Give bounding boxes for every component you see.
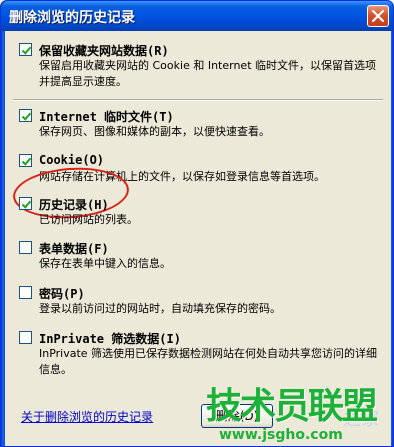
separator bbox=[13, 99, 383, 101]
favorites-data-label: 保留收藏夹网站数据(R) bbox=[39, 44, 169, 58]
checkmark-icon bbox=[21, 200, 32, 209]
temporary-files-description: 保存网页、图像和媒体的副本，以便快速查看。 bbox=[39, 125, 270, 138]
option-temporary-files[interactable]: Internet 临时文件(T) 保存网页、图像和媒体的副本，以便快速查看。 bbox=[19, 109, 379, 143]
passwords-description: 登录以前访问过的网站时，自动填充保存的密码。 bbox=[39, 302, 281, 315]
dialog-window: 删除浏览的历史记录 保留收藏夹网站数据(R) 保留启用收藏夹网站的 Cookie… bbox=[0, 0, 394, 447]
inprivate-filtering-description: InPrivate 筛选使用已保存数据检测网站在何处自动共享您访问的详细信息。 bbox=[39, 347, 378, 376]
option-history[interactable]: 历史记录(H) 已访问网站的列表。 bbox=[19, 197, 379, 231]
form-data-label: 表单数据(F) bbox=[39, 242, 109, 256]
watermark-logo-text: 技术员联盟 bbox=[206, 386, 378, 427]
history-checkbox[interactable] bbox=[19, 197, 32, 210]
passwords-checkbox[interactable] bbox=[19, 286, 32, 299]
form-data-description: 保存在表单中键入的信息。 bbox=[39, 257, 171, 270]
watermark-url: www.jsgho.com bbox=[219, 427, 343, 443]
title-bar[interactable]: 删除浏览的历史记录 bbox=[1, 1, 393, 31]
close-icon bbox=[372, 10, 384, 22]
option-favorites-data[interactable]: 保留收藏夹网站数据(R) 保留启用收藏夹网站的 Cookie 和 Interne… bbox=[19, 43, 379, 93]
close-button[interactable] bbox=[367, 5, 389, 27]
checkmark-icon bbox=[21, 112, 32, 121]
cookies-label: Cookie(O) bbox=[39, 153, 105, 167]
favorites-data-description: 保留启用收藏夹网站的 Cookie 和 Internet 临时文件，以保留首选项… bbox=[39, 59, 376, 88]
checkmark-icon bbox=[21, 157, 32, 166]
temporary-files-checkbox[interactable] bbox=[19, 109, 32, 122]
option-inprivate-filtering[interactable]: InPrivate 筛选数据(I) InPrivate 筛选使用已保存数据检测网… bbox=[19, 331, 379, 381]
checkmark-icon bbox=[21, 46, 32, 55]
option-passwords[interactable]: 密码(P) 登录以前访问过的网站时，自动填充保存的密码。 bbox=[19, 286, 379, 320]
window-title: 删除浏览的历史记录 bbox=[9, 10, 135, 26]
cookies-checkbox[interactable] bbox=[19, 154, 32, 167]
form-data-checkbox[interactable] bbox=[19, 241, 32, 254]
temporary-files-label: Internet 临时文件(T) bbox=[39, 110, 174, 124]
history-description: 已访问网站的列表。 bbox=[39, 213, 138, 226]
inprivate-filtering-checkbox[interactable] bbox=[19, 331, 32, 344]
favorites-data-checkbox[interactable] bbox=[19, 43, 32, 56]
passwords-label: 密码(P) bbox=[39, 287, 85, 301]
about-deleting-history-link[interactable]: 关于删除浏览的历史记录 bbox=[21, 408, 153, 425]
inprivate-filtering-label: InPrivate 筛选数据(I) bbox=[39, 332, 181, 346]
option-form-data[interactable]: 表单数据(F) 保存在表单中键入的信息。 bbox=[19, 241, 379, 275]
history-label: 历史记录(H) bbox=[39, 198, 109, 212]
